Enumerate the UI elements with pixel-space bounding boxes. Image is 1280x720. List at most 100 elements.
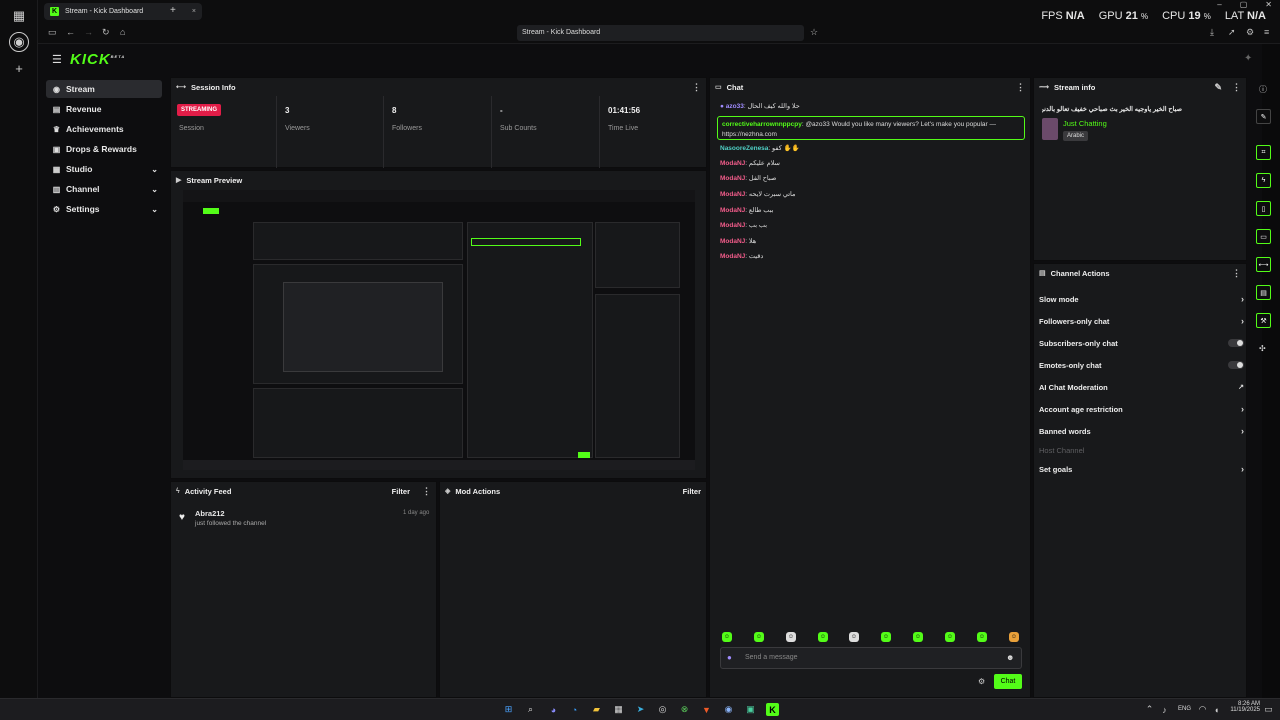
hamburger-menu-icon[interactable]: ☰ [52, 53, 62, 66]
category-name[interactable]: Just Chatting [1063, 119, 1107, 128]
download-icon[interactable]: ⤓ [1210, 27, 1214, 38]
folder-icon[interactable]: ▰ [590, 703, 603, 716]
sidebar-item-stream[interactable]: ◉ Stream [46, 80, 162, 98]
category-thumbnail[interactable] [1042, 118, 1058, 140]
fps-stat: FPS N/A [1041, 10, 1085, 22]
send-chat-button[interactable]: Chat [994, 674, 1022, 689]
link-tool-icon[interactable]: ⟷ [1256, 257, 1271, 272]
more-options-icon[interactable]: ⋮ [692, 82, 701, 93]
sidebar-item-drops[interactable]: ▣ Drops & Rewards [46, 140, 162, 158]
steam-icon[interactable]: ◉ [722, 703, 735, 716]
more-options-icon[interactable]: ⋮ [422, 486, 431, 497]
mic-icon[interactable]: ● [727, 653, 732, 662]
clipboard-tool-icon[interactable]: ▯ [1256, 201, 1271, 216]
bookmark-star-icon[interactable]: ☆ [810, 27, 818, 38]
telegram-icon[interactable]: ➤ [634, 703, 647, 716]
clock[interactable]: 8:26 AM 11/19/2025 [1226, 701, 1260, 713]
emote-icon[interactable]: ☺ [786, 632, 796, 642]
menu-icon[interactable]: ≡ [1264, 27, 1269, 37]
info-icon[interactable]: ⓘ [1259, 84, 1267, 95]
kick-app-icon[interactable]: K [766, 703, 779, 716]
profile-avatar-icon[interactable]: ◉ [9, 32, 29, 52]
reload-icon[interactable]: ↻ [102, 27, 110, 38]
sliders-icon: ▤ [1039, 270, 1046, 277]
emote-icon[interactable]: ☺ [1009, 632, 1019, 642]
tab-close-icon[interactable]: × [192, 8, 196, 15]
more-options-icon[interactable]: ⋮ [1016, 82, 1025, 93]
language-indicator[interactable]: ENG [1178, 706, 1191, 712]
back-icon[interactable]: ← [66, 27, 75, 37]
rocket-icon[interactable]: ➚ [1228, 27, 1236, 38]
sidebar-item-settings[interactable]: ⚙ Settings ⌄ [46, 200, 162, 218]
more-tools-icon[interactable]: ✣ [1259, 344, 1266, 353]
wifi-icon[interactable]: ◠ [1196, 703, 1209, 716]
new-tab-button[interactable]: + [170, 5, 176, 16]
emote-icon[interactable]: ☺ [722, 632, 732, 642]
layout-tool-icon[interactable]: ▤ [1256, 285, 1271, 300]
shield-icon: ◈ [445, 488, 451, 495]
sidebar-item-revenue[interactable]: ▤ Revenue [46, 100, 162, 118]
start-icon[interactable]: ⊞ [502, 703, 515, 716]
action-followers-only[interactable]: Followers-only chat › [1039, 314, 1244, 328]
sidebar-item-channel[interactable]: ▥ Channel ⌄ [46, 180, 162, 198]
action-slow-mode[interactable]: Slow mode › [1039, 292, 1244, 306]
discord-icon[interactable]: ◕ [547, 703, 560, 716]
action-account-age[interactable]: Account age restriction › [1039, 402, 1244, 416]
kick-logo[interactable]: KICKBETA [70, 51, 125, 68]
filter-button[interactable]: Filter [392, 487, 410, 496]
action-ai-moderation[interactable]: AI Chat Moderation ↗ [1039, 380, 1244, 394]
brave-icon[interactable]: ▼ [700, 703, 713, 716]
edge-icon[interactable]: ◔ [568, 703, 581, 716]
settings-icon[interactable]: ⚙ [1246, 27, 1254, 38]
edit-icon[interactable]: ✎ [1214, 82, 1222, 93]
chat-settings-icon[interactable]: ⚙ [978, 677, 985, 686]
emote-icon[interactable]: ☺ [945, 632, 955, 642]
address-bar[interactable]: Stream - Kick Dashboard [517, 25, 804, 41]
obs-icon[interactable]: ◎ [656, 703, 669, 716]
chat-message-input[interactable]: Send a message [720, 647, 1022, 669]
stream-preview-video[interactable] [183, 190, 695, 470]
close-window-icon[interactable]: ✕ [1265, 0, 1272, 9]
wrench-tool-icon[interactable]: ⚒ [1256, 313, 1271, 328]
microphone-icon[interactable]: ♪ [1158, 703, 1171, 716]
action-set-goals[interactable]: Set goals › [1039, 462, 1244, 476]
emote-icon[interactable]: ☺ [881, 632, 891, 642]
emote-icon[interactable]: ☺ [977, 632, 987, 642]
scan-tool-icon[interactable]: ⌗ [1256, 145, 1271, 160]
chat-tool-icon[interactable]: ▭ [1256, 229, 1271, 244]
sidebar-item-achievements[interactable]: ♛ Achievements [46, 120, 162, 138]
forward-icon[interactable]: → [84, 27, 93, 37]
bolt-tool-icon[interactable]: ϟ [1256, 173, 1271, 188]
emote-icon[interactable]: ☺ [849, 632, 859, 642]
emote-icon[interactable]: ☺ [818, 632, 828, 642]
home-icon[interactable]: ⌂ [120, 27, 125, 37]
more-options-icon[interactable]: ⋮ [1232, 268, 1241, 279]
search-icon[interactable]: ⌕ [524, 703, 537, 716]
activity-user[interactable]: Abra212 [195, 509, 225, 518]
channel-icon: ▥ [52, 184, 61, 194]
emotes-only-toggle[interactable] [1228, 361, 1244, 369]
volume-icon[interactable]: ◖ [1210, 703, 1223, 716]
app-icon[interactable]: ▣ [744, 703, 757, 716]
calculator-icon[interactable]: ▦ [612, 703, 625, 716]
app-grid-icon[interactable]: ▦ [9, 6, 29, 26]
sidebar-toggle-icon[interactable]: ▭ [48, 27, 57, 38]
filter-button[interactable]: Filter [683, 487, 701, 496]
user-avatar-icon[interactable]: ✦ [1244, 53, 1252, 64]
emoji-picker-icon[interactable]: ☻ [1006, 653, 1014, 662]
emote-icon[interactable]: ☺ [754, 632, 764, 642]
action-banned-words[interactable]: Banned words › [1039, 424, 1244, 438]
xbox-icon[interactable]: ⊗ [678, 703, 691, 716]
sidebar-item-studio[interactable]: ▦ Studio ⌄ [46, 160, 162, 178]
edit-tool-icon[interactable]: ✎ [1256, 109, 1271, 124]
tray-chevron-icon[interactable]: ⌃ [1143, 703, 1156, 716]
subscribers-only-toggle[interactable] [1228, 339, 1244, 347]
more-options-icon[interactable]: ⋮ [1232, 82, 1241, 93]
minimize-icon[interactable]: – [1217, 0, 1221, 9]
add-icon[interactable]: + [9, 58, 29, 78]
browser-tab[interactable]: K Stream - Kick Dashboard × [44, 3, 202, 20]
kick-dashboard: ☰ KICKBETA ✦ ◉ Stream ▤ Revenue ♛ Achieveme… [38, 44, 1262, 698]
emote-icon[interactable]: ☺ [913, 632, 923, 642]
notifications-icon[interactable]: ▭ [1262, 703, 1275, 716]
maximize-icon[interactable]: ▢ [1240, 0, 1248, 9]
